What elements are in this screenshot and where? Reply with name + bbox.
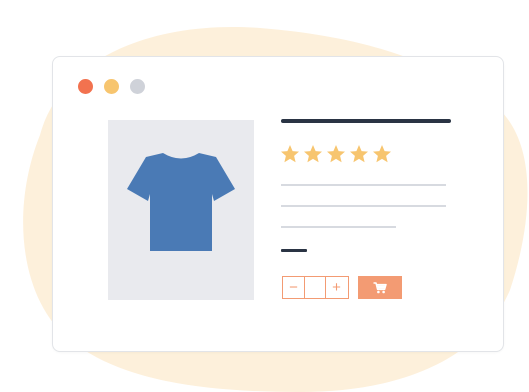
increment-button[interactable]: + [326,277,347,298]
decrement-button[interactable]: − [283,277,304,298]
description-line [281,184,446,186]
maximize-dot[interactable] [130,79,145,94]
star-icon [304,145,322,163]
quantity-field[interactable] [304,277,326,298]
star-icon [281,145,299,163]
description-line [281,226,396,228]
tshirt-icon [127,153,235,251]
cart-icon [373,281,387,293]
rating-stars [280,144,392,164]
price-bar [281,249,307,252]
star-icon [350,145,368,163]
browser-window: − + [52,56,504,352]
minimize-dot[interactable] [104,79,119,94]
close-dot[interactable] [78,79,93,94]
description-line [281,205,446,207]
product-title-bar [281,119,451,123]
star-icon [327,145,345,163]
product-image[interactable] [108,120,254,300]
quantity-stepper: − + [282,276,349,299]
add-to-cart-button[interactable] [358,276,402,299]
star-icon [373,145,391,163]
